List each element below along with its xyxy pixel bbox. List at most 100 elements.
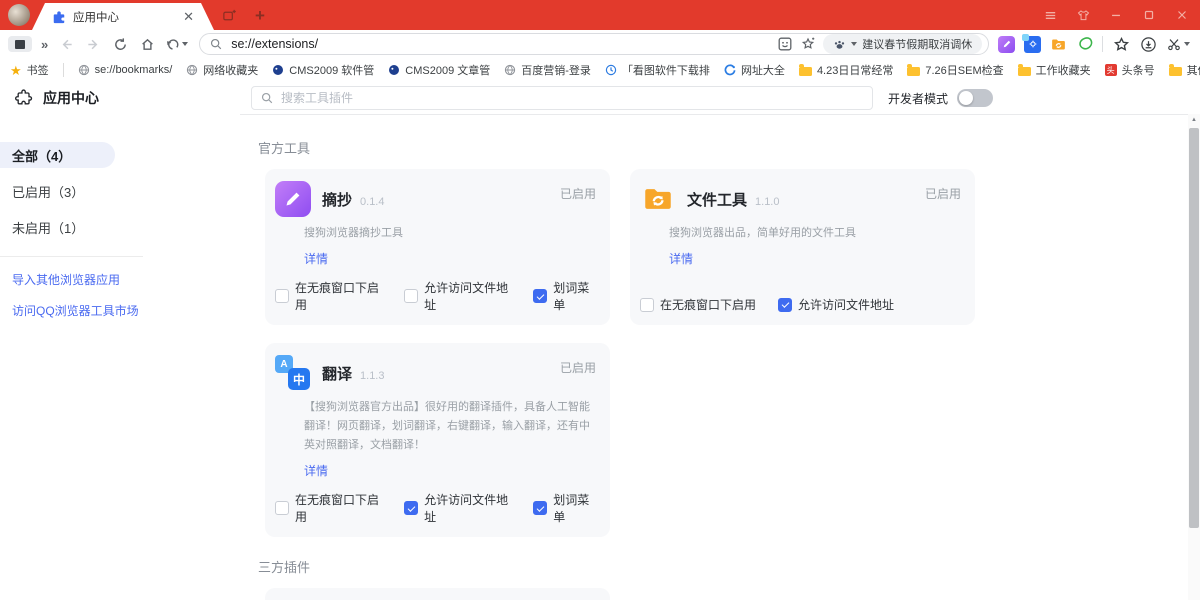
checkbox[interactable] [533, 289, 547, 303]
option-word-menu[interactable]: 划词菜单 [533, 491, 596, 525]
import-browser-apps-link[interactable]: 导入其他浏览器应用 [0, 271, 240, 288]
forward-icon[interactable] [84, 35, 102, 53]
plugin-search-box[interactable] [251, 86, 873, 110]
sidebar-filter-enabled[interactable]: 已启用（3） [0, 178, 240, 204]
file-tools-app-icon [640, 181, 676, 217]
scrollbar-thumb[interactable] [1189, 128, 1199, 528]
sidebar-panel-button[interactable] [8, 36, 32, 52]
menu-icon[interactable] [1038, 4, 1062, 26]
bookmarks-root[interactable]: ★ 书签 [10, 62, 49, 78]
bookmark-label: 头条号 [1122, 62, 1155, 78]
blue-gear-extension-icon[interactable] [1024, 36, 1041, 53]
bookmark-label: 网络收藏夹 [203, 62, 258, 78]
sidebar-filter-all[interactable]: 全部（4） [0, 142, 115, 168]
smiley-page-icon[interactable] [777, 36, 793, 52]
checkbox[interactable] [778, 298, 792, 312]
option-incognito[interactable]: 在无痕窗口下启用 [275, 279, 382, 313]
bookmark-label: 4.23日日常经常 [817, 62, 893, 78]
option-file-access[interactable]: 允许访问文件地址 [778, 296, 894, 313]
bookmark-item[interactable]: 7.26日SEM检查 [907, 62, 1003, 78]
tab-app-center[interactable]: 应用中心 ✕ [32, 3, 214, 30]
hot-search-pill[interactable]: 建议春节假期取消调休 [823, 34, 982, 54]
checkbox[interactable] [404, 289, 418, 303]
checkbox[interactable] [275, 289, 289, 303]
checkbox[interactable] [275, 501, 289, 515]
page-scrollbar[interactable]: ▲ [1188, 114, 1200, 600]
detail-link[interactable]: 详情 [304, 250, 596, 267]
folder-icon [799, 67, 812, 76]
green-extension-icon[interactable] [1076, 36, 1093, 53]
home-icon[interactable] [138, 35, 156, 53]
option-incognito[interactable]: 在无痕窗口下启用 [275, 491, 382, 525]
dev-mode-toggle[interactable] [957, 89, 993, 107]
checkbox[interactable] [404, 501, 418, 515]
favorites-star-icon[interactable] [1112, 35, 1130, 53]
close-window-icon[interactable] [1170, 4, 1194, 26]
folder-icon [1018, 67, 1031, 76]
new-tab-button[interactable]: + [255, 7, 265, 24]
bookmark-item[interactable]: se://bookmarks/ [78, 64, 173, 76]
user-avatar[interactable] [8, 4, 30, 26]
toolbar-divider [1102, 36, 1103, 52]
app-center-header: 应用中心 开发者模式 [0, 82, 1200, 115]
excerpt-extension-icon[interactable] [998, 36, 1015, 53]
bookmark-label: 7.26日SEM检查 [925, 62, 1003, 78]
bookmark-item[interactable]: 头 头条号 [1105, 62, 1155, 78]
caret-down-icon [1184, 42, 1190, 46]
bookmark-item[interactable]: 4.23日日常经常 [799, 62, 893, 78]
double-chevron-icon[interactable]: » [41, 37, 48, 52]
bookmark-item[interactable]: 「看图软件下载排 [605, 62, 710, 78]
bookmark-item[interactable]: 网络收藏夹 [186, 62, 258, 78]
tab-close-icon[interactable]: ✕ [183, 10, 194, 23]
bookmark-label: 「看图软件下载排 [622, 62, 710, 78]
undo-history-button[interactable] [165, 37, 188, 52]
option-file-access[interactable]: 允许访问文件地址 [404, 279, 511, 313]
globe-icon [78, 64, 90, 76]
qq-browser-market-link[interactable]: 访问QQ浏览器工具市场 [0, 302, 240, 319]
section-title-thirdparty: 三方插件 [258, 557, 1188, 576]
plugin-search-input[interactable] [279, 90, 863, 106]
bookmark-label: 其他 [1187, 62, 1200, 78]
maximize-icon[interactable] [1137, 4, 1161, 26]
bookmark-item[interactable]: 工作收藏夹 [1018, 62, 1091, 78]
back-icon[interactable] [57, 35, 75, 53]
collect-star-icon[interactable] [800, 36, 816, 52]
folder-icon [1169, 67, 1182, 76]
checkbox[interactable] [533, 501, 547, 515]
file-tool-extension-icon[interactable] [1050, 36, 1067, 53]
recently-closed-icon[interactable] [222, 8, 237, 23]
checkbox[interactable] [640, 298, 654, 312]
detail-link[interactable]: 详情 [669, 250, 961, 267]
screenshot-scissors-button[interactable] [1166, 36, 1190, 52]
sidebar-filter-disabled[interactable]: 未启用（1） [0, 214, 240, 240]
minimize-icon[interactable] [1104, 4, 1128, 26]
bookmark-item[interactable]: 网址大全 [724, 62, 785, 78]
status-badge: 已启用 [560, 359, 596, 376]
scrollbar-up-arrow[interactable]: ▲ [1188, 114, 1200, 126]
option-file-access[interactable]: 允许访问文件地址 [404, 491, 511, 525]
thirdparty-grid: 迅雷下载支持 3.52.9 迅雷下载支持 详情 [265, 588, 977, 600]
address-bar[interactable]: 建议春节假期取消调休 [199, 33, 989, 55]
download-icon[interactable] [1139, 35, 1157, 53]
reload-icon[interactable] [111, 35, 129, 53]
bookmark-item[interactable]: 其他 [1169, 62, 1200, 78]
option-label: 在无痕窗口下启用 [660, 296, 756, 313]
extension-description: 【搜狗浏览器官方出品】很好用的翻译插件，具备人工智能翻译！网页翻译，划词翻译，右… [304, 398, 592, 455]
navigation-toolbar: » [0, 30, 1200, 58]
caret-down-icon [851, 42, 857, 46]
option-label: 允许访问文件地址 [798, 296, 894, 313]
folder-icon [907, 67, 920, 76]
bookmark-item[interactable]: CMS2009 软件管 [272, 62, 374, 78]
hot-search-text: 建议春节假期取消调休 [862, 36, 972, 52]
puzzle-outline-icon [14, 88, 34, 108]
option-incognito[interactable]: 在无痕窗口下启用 [640, 296, 756, 313]
url-input[interactable] [229, 36, 770, 52]
extension-version: 1.1.3 [360, 370, 384, 382]
bookmark-item[interactable]: CMS2009 文章管 [388, 62, 490, 78]
extension-card-translate: A中 翻译 1.1.3 已启用 【搜狗浏览器官方出品】很好用的翻译插件，具备人工… [265, 343, 610, 537]
bookmark-item[interactable]: 百度营销-登录 [504, 62, 591, 78]
sidebar-divider [0, 256, 143, 257]
option-word-menu[interactable]: 划词菜单 [533, 279, 596, 313]
detail-link[interactable]: 详情 [304, 462, 596, 479]
theme-shirt-icon[interactable] [1071, 4, 1095, 26]
